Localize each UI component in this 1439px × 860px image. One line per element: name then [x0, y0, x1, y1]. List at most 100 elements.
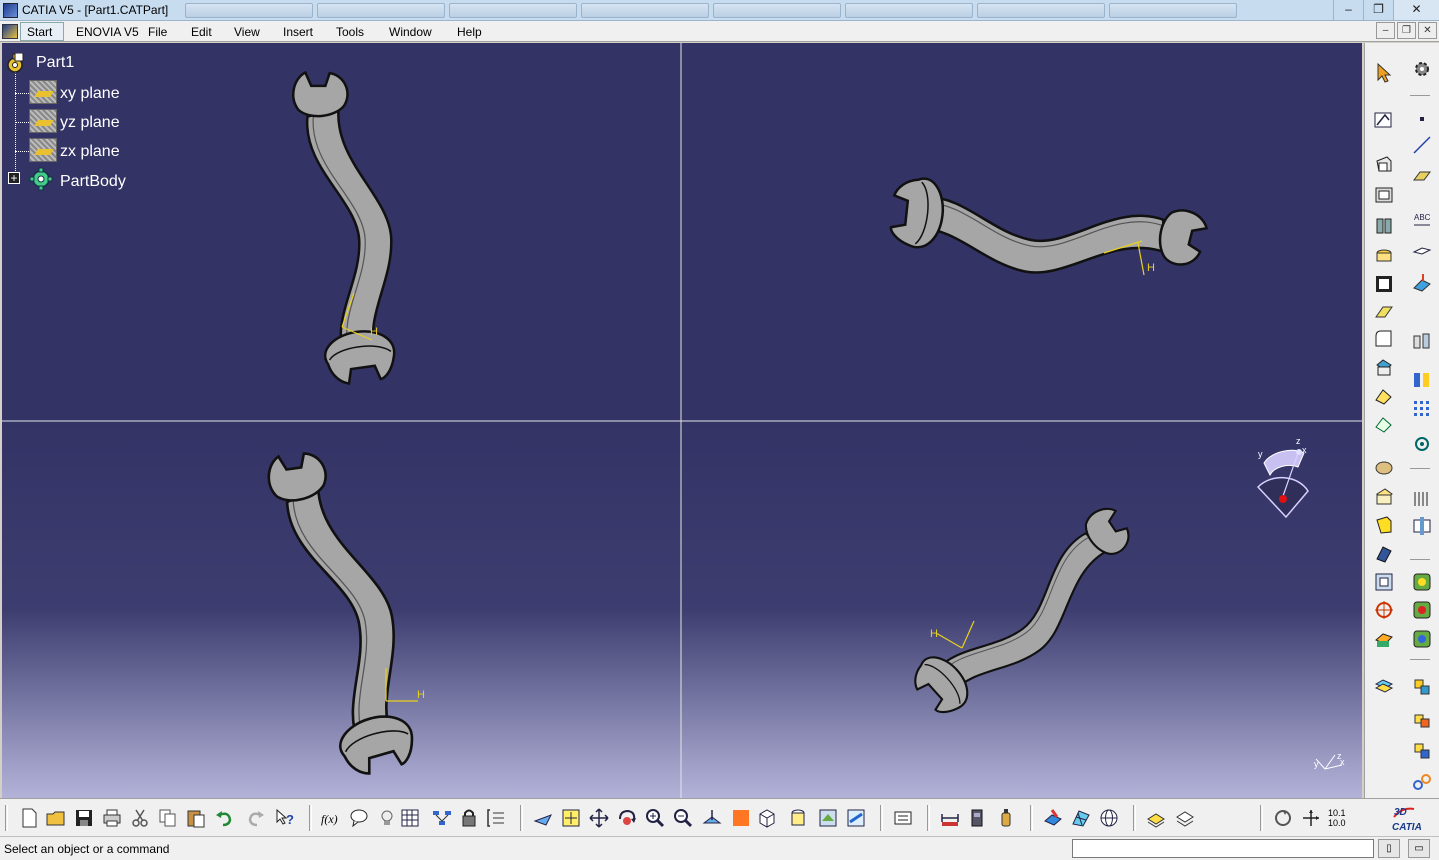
open-folder-icon[interactable]: [45, 807, 67, 829]
body-insert-icon[interactable]: [1373, 486, 1395, 508]
toolbar-handle[interactable]: [1133, 805, 1136, 831]
sketch-icon[interactable]: [1373, 108, 1395, 130]
draft-icon[interactable]: [1373, 301, 1395, 323]
save-icon[interactable]: [73, 807, 95, 829]
swap-visible-space-icon[interactable]: [845, 807, 867, 829]
toolbar-handle[interactable]: [1260, 805, 1263, 831]
toolbar-handle[interactable]: [880, 805, 883, 831]
view-blue-icon[interactable]: [1411, 628, 1433, 650]
toolbar-handle[interactable]: [520, 805, 523, 831]
plane-icon[interactable]: [1411, 164, 1433, 186]
toolbar-handle[interactable]: [5, 805, 8, 831]
lock-icon[interactable]: [458, 807, 480, 829]
fly-mode-icon[interactable]: [532, 807, 554, 829]
status-button-right[interactable]: ▭: [1408, 839, 1430, 858]
light-bulb-icon[interactable]: [376, 807, 398, 829]
menu-edit[interactable]: Edit: [191, 25, 212, 39]
simulation-icon[interactable]: [1411, 369, 1433, 391]
toolbar-handle[interactable]: [927, 805, 930, 831]
tree-node-xy-plane[interactable]: xy plane: [60, 85, 120, 103]
solid-icon[interactable]: [1373, 514, 1395, 536]
paste-icon[interactable]: [185, 807, 207, 829]
move-axes-icon[interactable]: [1300, 807, 1322, 829]
pan-icon[interactable]: [588, 807, 610, 829]
hide-show-icon[interactable]: [817, 807, 839, 829]
taskbar-item[interactable]: [449, 3, 577, 18]
shell-icon[interactable]: [1373, 273, 1395, 295]
plane-icon[interactable]: [29, 138, 57, 162]
bracket-list-icon[interactable]: [486, 807, 508, 829]
menu-view[interactable]: View: [234, 25, 260, 39]
taskbar-item[interactable]: [185, 3, 313, 18]
menu-tools[interactable]: Tools: [336, 25, 364, 39]
plane-icon[interactable]: [29, 109, 57, 133]
cut-scissors-icon[interactable]: [129, 807, 151, 829]
pattern-icon[interactable]: [1373, 413, 1395, 435]
menu-file[interactable]: File: [148, 25, 167, 39]
fillet-icon[interactable]: [1373, 328, 1395, 350]
measure-icon[interactable]: [1411, 271, 1433, 293]
chamfer-icon[interactable]: [1373, 357, 1395, 379]
surface-icon[interactable]: [1373, 676, 1395, 698]
annotation-icon[interactable]: [1411, 239, 1433, 261]
target-icon[interactable]: [1373, 599, 1395, 621]
link-icon[interactable]: [1411, 771, 1433, 793]
close-button[interactable]: ✕: [1393, 0, 1439, 20]
taskbar-item[interactable]: [581, 3, 709, 18]
select-arrow-icon[interactable]: [1373, 62, 1395, 84]
undo-icon[interactable]: [213, 807, 235, 829]
hole-icon[interactable]: [1373, 245, 1395, 267]
new-file-icon[interactable]: [18, 807, 40, 829]
toolbar-handle[interactable]: [309, 805, 312, 831]
view-green-icon[interactable]: [1411, 571, 1433, 593]
assembly-icon[interactable]: [1411, 676, 1433, 698]
toolbar-handle[interactable]: [1030, 805, 1033, 831]
section-icon[interactable]: [1411, 488, 1433, 510]
maximize-button[interactable]: ❐: [1363, 0, 1393, 20]
partbody-gear-icon[interactable]: [29, 167, 53, 191]
tree-node-yz-plane[interactable]: yz plane: [60, 114, 120, 132]
measure-inertia-icon[interactable]: [995, 807, 1017, 829]
3d-viewport[interactable]: H H H H y z x y z x Part1 xy plane yz pl…: [2, 43, 1362, 798]
catia-app-icon[interactable]: [3, 3, 18, 18]
grid-icon[interactable]: [1411, 398, 1433, 420]
cut-section-icon[interactable]: [1411, 515, 1433, 537]
status-button-left[interactable]: ▯: [1378, 839, 1400, 858]
rotate-icon[interactable]: [616, 807, 638, 829]
multi-view-icon[interactable]: [730, 807, 752, 829]
knowledge-advisor-icon[interactable]: [348, 807, 370, 829]
layer-icon[interactable]: [1145, 807, 1167, 829]
part-gear-icon[interactable]: [4, 53, 26, 75]
taskbar-item[interactable]: [713, 3, 841, 18]
print-icon[interactable]: [101, 807, 123, 829]
doc-close-button[interactable]: ✕: [1418, 22, 1437, 39]
taskbar-item[interactable]: [977, 3, 1105, 18]
layer-filter-icon[interactable]: [1174, 807, 1196, 829]
menu-enovia[interactable]: ENOVIA V5: [76, 25, 139, 39]
iso-view-icon[interactable]: [756, 807, 778, 829]
measure-item-icon[interactable]: [967, 807, 989, 829]
material-icon[interactable]: [1411, 330, 1433, 352]
plane-icon[interactable]: [29, 80, 57, 104]
mirror-icon[interactable]: [1373, 385, 1395, 407]
redo-icon[interactable]: [245, 807, 267, 829]
taskbar-item[interactable]: [317, 3, 445, 18]
analysis-icon[interactable]: [1373, 628, 1395, 650]
normal-view-icon[interactable]: [701, 807, 723, 829]
surface-grid-icon[interactable]: [1070, 807, 1092, 829]
globe-icon[interactable]: [1098, 807, 1120, 829]
pocket-icon[interactable]: [1373, 184, 1395, 206]
shading-icon[interactable]: [787, 807, 809, 829]
refresh-circle-icon[interactable]: [1272, 807, 1294, 829]
whats-this-help-icon[interactable]: ?: [274, 807, 296, 829]
text-abc-icon[interactable]: ABC: [1411, 209, 1433, 231]
menu-window[interactable]: Window: [389, 25, 432, 39]
reference-element-icon[interactable]: [1373, 571, 1395, 593]
document-icon[interactable]: [2, 24, 18, 39]
menu-start[interactable]: Start: [27, 25, 52, 39]
menu-help[interactable]: Help: [457, 25, 482, 39]
fit-all-icon[interactable]: [560, 807, 582, 829]
volume-icon[interactable]: [1373, 543, 1395, 565]
line-icon[interactable]: [1411, 134, 1433, 156]
scale-icon[interactable]: [1411, 433, 1433, 455]
